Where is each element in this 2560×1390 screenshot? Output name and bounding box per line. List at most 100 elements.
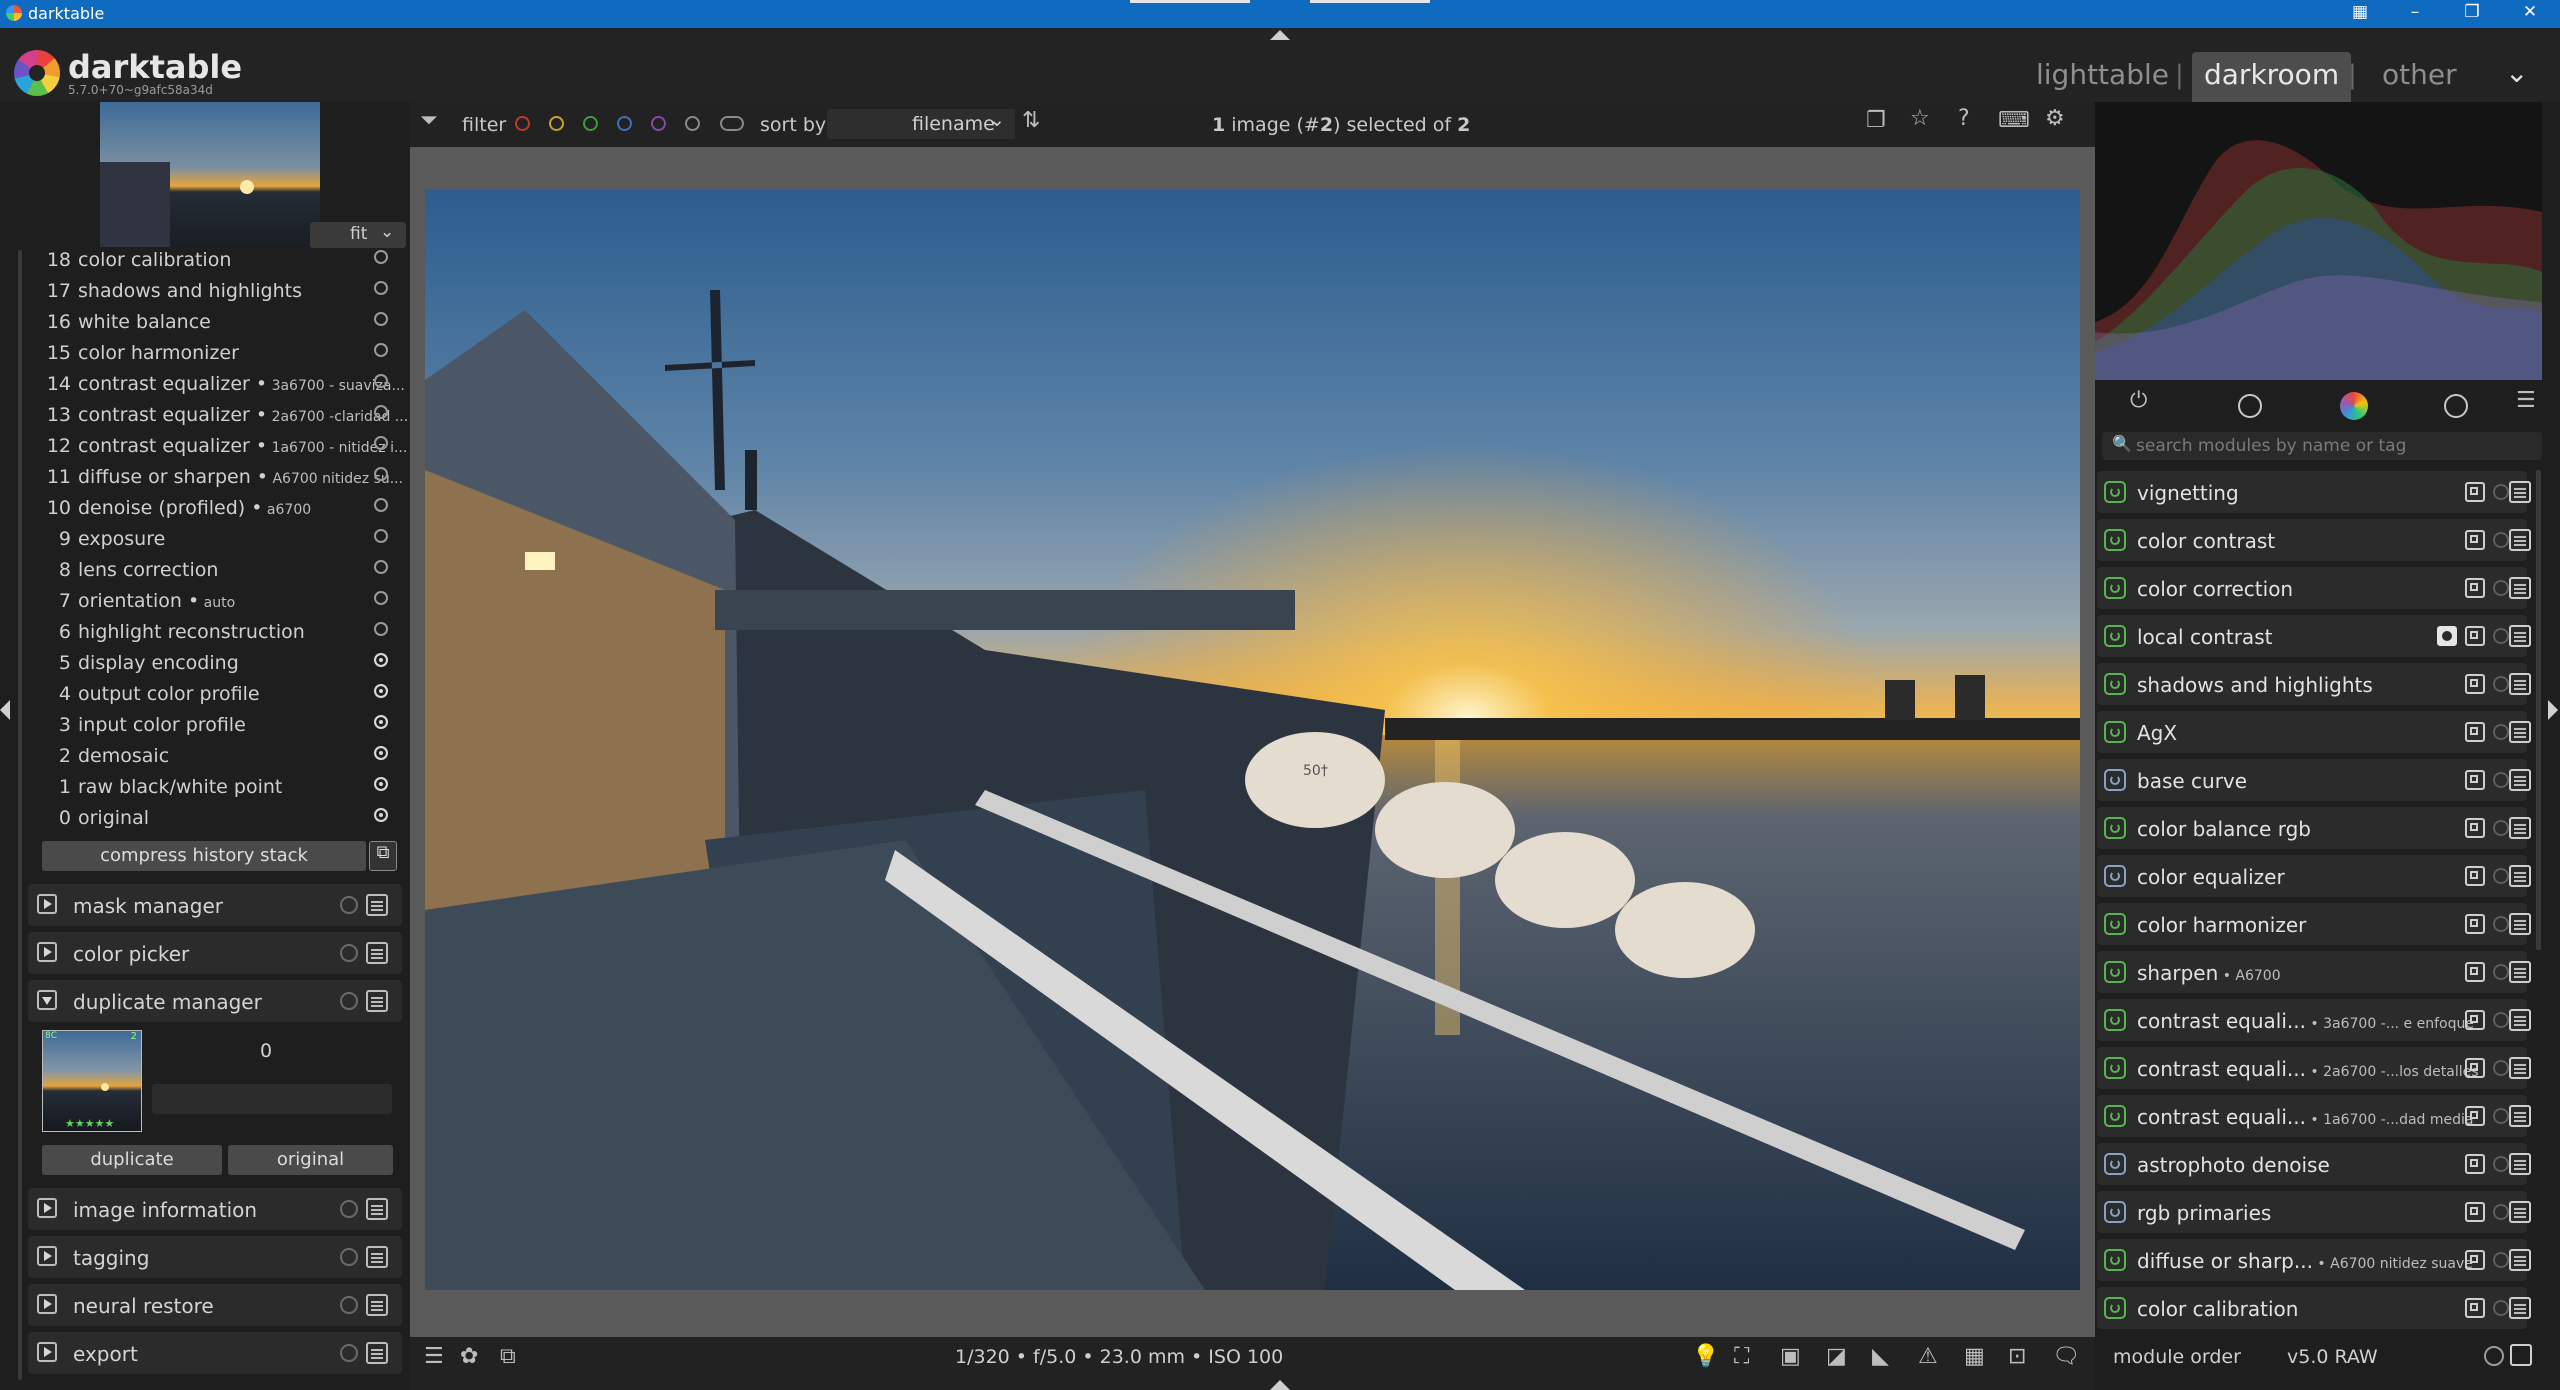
multi-instance-icon[interactable] xyxy=(2465,818,2485,838)
bulb-icon[interactable]: 💡 xyxy=(1692,1344,1719,1369)
power-icon[interactable] xyxy=(2104,577,2126,599)
power-icon[interactable] xyxy=(2104,913,2126,935)
reset-icon[interactable] xyxy=(2493,868,2509,884)
reset-icon[interactable] xyxy=(2493,1012,2509,1028)
processing-module[interactable]: color correction xyxy=(2097,567,2531,609)
duplicate-thumbnail[interactable]: 8C 2 ★★★★★ xyxy=(42,1030,142,1132)
view-tab-other[interactable]: other xyxy=(2370,52,2469,102)
left-panel-collapse-icon[interactable] xyxy=(0,700,10,720)
power-icon[interactable] xyxy=(2104,673,2126,695)
multi-instance-icon[interactable] xyxy=(2465,770,2485,790)
presets-menu-icon[interactable] xyxy=(2509,577,2531,599)
left-panel-scrollbar[interactable] xyxy=(18,250,22,1380)
processing-module[interactable]: astrophoto denoise xyxy=(2097,1143,2531,1185)
history-item[interactable]: 1 raw black/white point xyxy=(28,773,402,804)
history-item[interactable]: 5 display encoding xyxy=(28,649,402,680)
history-item[interactable]: 18 color calibration xyxy=(28,246,402,277)
filter-icon[interactable]: ⏷ xyxy=(420,108,438,133)
presets-menu-icon[interactable] xyxy=(366,1246,388,1268)
reset-icon[interactable] xyxy=(2493,964,2509,980)
presets-menu-icon[interactable] xyxy=(2509,625,2531,647)
color-assessment-icon[interactable]: 🗨 xyxy=(2052,1344,2080,1369)
reset-icon[interactable] xyxy=(2493,1108,2509,1124)
presets-menu-icon[interactable] xyxy=(2509,529,2531,551)
power-icon[interactable]: ⏻ xyxy=(2130,388,2147,413)
processing-module[interactable]: contrast equali... • 3a6700 -... e enfoq… xyxy=(2097,999,2531,1041)
history-item[interactable]: 3 input color profile xyxy=(28,711,402,742)
multi-instance-icon[interactable] xyxy=(2465,866,2485,886)
reset-icon[interactable] xyxy=(2493,628,2509,644)
focus-peaking-icon[interactable]: ⊡ xyxy=(2008,1344,2026,1369)
navigation-preview[interactable] xyxy=(100,102,320,247)
histogram[interactable] xyxy=(2095,102,2542,380)
presets-menu-icon[interactable] xyxy=(366,1342,388,1364)
presets-menu-icon[interactable] xyxy=(366,942,388,964)
minimize-button[interactable]: – xyxy=(2395,2,2435,26)
power-icon[interactable] xyxy=(2104,1153,2126,1175)
processing-module[interactable]: diffuse or sharp... • A6700 nitidez suav… xyxy=(2097,1239,2531,1281)
module-tagging[interactable]: tagging xyxy=(28,1236,402,1278)
multi-instance-icon[interactable] xyxy=(2465,482,2485,502)
processing-module[interactable]: vignetting xyxy=(2097,471,2531,513)
multi-instance-icon[interactable] xyxy=(2465,626,2485,646)
color-label-filter-icon[interactable] xyxy=(685,116,700,131)
reset-icon[interactable] xyxy=(2493,1252,2509,1268)
reset-icon[interactable] xyxy=(2493,724,2509,740)
power-icon[interactable] xyxy=(2104,817,2126,839)
restore-button[interactable]: ❐ xyxy=(2452,2,2492,26)
multi-instance-icon[interactable] xyxy=(2465,1058,2485,1078)
power-icon[interactable] xyxy=(2104,625,2126,647)
presets-menu-icon[interactable] xyxy=(366,894,388,916)
history-item[interactable]: 12 contrast equalizer • 1a6700 - nitidez … xyxy=(28,432,408,463)
history-item[interactable]: 15 color harmonizer xyxy=(28,339,402,370)
power-icon[interactable] xyxy=(2104,961,2126,983)
presets-menu-icon[interactable] xyxy=(366,1198,388,1220)
filter-label[interactable]: filter xyxy=(462,114,506,136)
original-button[interactable]: original xyxy=(228,1145,393,1175)
presets-menu-icon[interactable] xyxy=(2509,481,2531,503)
presets-menu-icon[interactable] xyxy=(2509,1201,2531,1223)
processing-module[interactable]: sharpen • A6700 xyxy=(2097,951,2531,993)
multi-instance-icon[interactable] xyxy=(2465,1010,2485,1030)
compress-history-button[interactable]: compress history stack xyxy=(42,841,366,871)
history-item[interactable]: 4 output color profile xyxy=(28,680,402,711)
processing-module[interactable]: rgb primaries xyxy=(2097,1191,2531,1233)
presets-menu-icon[interactable] xyxy=(2510,1344,2532,1366)
power-icon[interactable] xyxy=(2104,1009,2126,1031)
history-item[interactable]: 16 white balance xyxy=(28,308,402,339)
multi-instance-icon[interactable] xyxy=(2465,530,2485,550)
softproof-icon[interactable]: ◪ xyxy=(1826,1344,1847,1369)
styles-icon[interactable]: ✿ xyxy=(460,1344,478,1369)
module-order-value[interactable]: v5.0 RAW xyxy=(2287,1346,2378,1368)
warning-icon[interactable]: ⚠ xyxy=(1918,1344,1938,1369)
keyboard-shortcuts-icon[interactable]: ⌨ xyxy=(1998,108,2030,133)
color-label-filter-icon[interactable] xyxy=(651,116,666,131)
presets-menu-icon[interactable] xyxy=(2509,1105,2531,1127)
multi-instance-icon[interactable] xyxy=(2465,674,2485,694)
group-circle-icon[interactable] xyxy=(2444,394,2468,418)
history-item[interactable]: 14 contrast equalizer • 3a6700 - suaviza.… xyxy=(28,370,405,401)
layout-icon[interactable]: ▦ xyxy=(2340,2,2380,26)
close-button[interactable]: ✕ xyxy=(2510,2,2550,26)
style-create-icon[interactable]: ⧉ xyxy=(369,841,397,871)
gear-icon[interactable]: ⚙ xyxy=(2045,106,2065,131)
module-image-information[interactable]: image information xyxy=(28,1188,402,1230)
top-panel-collapse-icon[interactable] xyxy=(1270,30,1290,40)
module-search-input[interactable]: 🔍 search modules by name or tag xyxy=(2102,432,2542,460)
multi-instance-icon[interactable] xyxy=(2465,1202,2485,1222)
presets-menu-icon[interactable] xyxy=(2509,1153,2531,1175)
presets-menu-icon[interactable] xyxy=(2509,1249,2531,1271)
reset-icon[interactable] xyxy=(2493,820,2509,836)
power-icon[interactable] xyxy=(2104,1105,2126,1127)
presets-menu-icon[interactable] xyxy=(2509,721,2531,743)
reset-icon[interactable] xyxy=(2493,532,2509,548)
presets-menu-icon[interactable] xyxy=(2509,673,2531,695)
processing-module[interactable]: local contrast xyxy=(2097,615,2531,657)
power-icon[interactable] xyxy=(2104,865,2126,887)
view-tab-darkroom[interactable]: darkroom xyxy=(2192,52,2352,102)
zoom-dropdown[interactable]: fit ⌄ xyxy=(310,222,406,248)
bottom-panel-collapse-icon[interactable] xyxy=(1270,1380,1290,1390)
presets-menu-icon[interactable] xyxy=(366,990,388,1012)
presets-menu-icon[interactable] xyxy=(2509,961,2531,983)
view-tab-lighttable[interactable]: lighttable xyxy=(2024,52,2181,102)
